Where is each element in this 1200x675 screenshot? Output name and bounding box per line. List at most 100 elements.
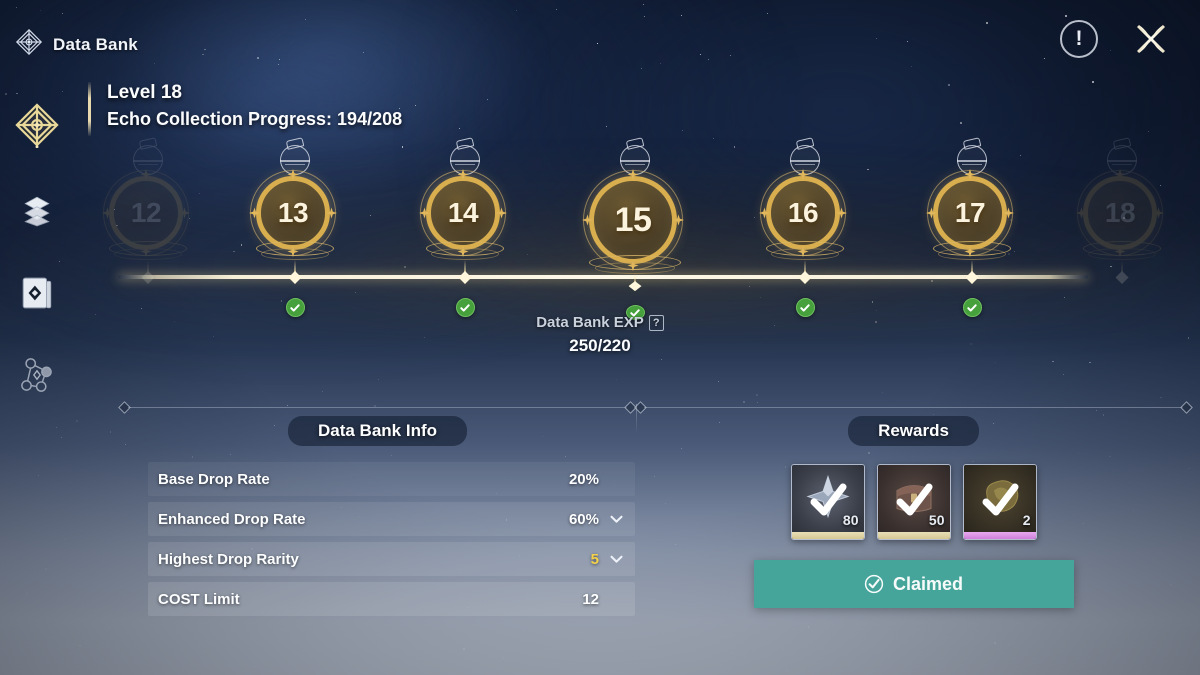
track-node-marker — [1115, 271, 1129, 284]
info-row[interactable]: Highest Drop Rarity 5 — [120, 542, 635, 576]
panel-separator — [636, 404, 637, 434]
info-row-label: Highest Drop Rarity — [158, 550, 299, 568]
info-row: Base Drop Rate 20% — [120, 462, 635, 496]
level-number: 13 — [277, 197, 309, 228]
level-medal: 14 — [419, 169, 507, 257]
alert-button[interactable]: ! — [1060, 20, 1098, 58]
level-node-12[interactable]: 12 — [88, 137, 208, 320]
node-figure: 18 — [1076, 137, 1164, 260]
page-title: Data Bank — [53, 34, 138, 54]
sidebar-item-echo-stack[interactable] — [10, 184, 64, 238]
claim-button-label: Claimed — [892, 573, 964, 594]
top-bar: Data Bank ! — [0, 0, 1200, 86]
track-node-marker — [288, 271, 302, 284]
level-number: 17 — [954, 197, 986, 228]
level-track: 12 13 14 15 16 17 18 — [0, 137, 1200, 320]
info-row-label: Enhanced Drop Rate — [158, 510, 306, 528]
data-bank-emblem-icon — [14, 27, 44, 62]
info-row: COST Limit 12 — [120, 582, 635, 616]
level-number: 16 — [787, 197, 819, 228]
left-sidebar — [0, 88, 74, 448]
exclamation-icon: ! — [1075, 27, 1083, 50]
node-figure: 16 — [759, 137, 847, 260]
level-header: Level 18 Echo Collection Progress: 194/2… — [88, 80, 403, 136]
info-row-value: 12 — [582, 590, 599, 608]
node-figure: 17 — [926, 137, 1014, 260]
medal-platter — [426, 241, 504, 260]
reward-item-quantity: 2 — [1022, 512, 1031, 528]
check-icon — [967, 303, 977, 312]
node-figure: 12 — [102, 137, 190, 260]
level-node-15[interactable]: 15 — [575, 137, 695, 320]
level-medal: 16 — [759, 169, 847, 257]
reward-item[interactable]: 80 — [790, 464, 865, 540]
track-node-marker — [458, 271, 472, 284]
level-accent-bar — [88, 82, 91, 136]
data-bank-emblem-icon — [15, 103, 59, 148]
reward-rarity-bar — [963, 532, 1036, 539]
track-node-marker — [628, 281, 642, 292]
node-figure: 13 — [249, 137, 337, 260]
reward-item[interactable]: 50 — [876, 464, 951, 540]
reward-rarity-bar — [791, 532, 864, 539]
level-node-17[interactable]: 17 — [912, 137, 1032, 320]
top-bar-actions: ! — [1060, 18, 1172, 60]
node-figure: 14 — [419, 137, 507, 260]
data-bank-screen: Data Bank ! Level 18 Echo Collection Pro… — [0, 0, 1200, 675]
question-mark-icon[interactable]: ? — [648, 314, 664, 331]
medal-platter — [766, 241, 844, 260]
info-row-value: 20% — [568, 470, 599, 488]
level-medal: 12 — [102, 169, 190, 257]
rewards-panel-title: Rewards — [848, 416, 979, 446]
level-node-14[interactable]: 14 — [405, 137, 525, 320]
info-row[interactable]: Enhanced Drop Rate 60% — [120, 502, 635, 536]
level-number: 14 — [447, 197, 479, 228]
echo-stack-icon — [24, 196, 50, 227]
info-row-label: Base Drop Rate — [158, 470, 270, 488]
level-medal: 13 — [249, 169, 337, 257]
data-bank-info-panel: Data Bank Info Base Drop Rate 20% Enhanc… — [118, 400, 637, 622]
medal-platter — [933, 241, 1011, 260]
claim-button[interactable]: Claimed — [753, 560, 1074, 608]
reward-claimed-check-icon — [982, 483, 1018, 516]
close-button[interactable] — [1130, 18, 1172, 60]
node-figure: 15 — [582, 137, 684, 274]
sidebar-item-data-bank[interactable] — [10, 98, 64, 152]
level-number: 12 — [130, 197, 162, 228]
rewards-panel: Rewards 80 50 2 Claimed — [634, 400, 1193, 608]
reward-rarity-bar — [877, 532, 950, 539]
reward-item-quantity: 50 — [928, 512, 945, 528]
check-icon — [460, 303, 470, 312]
check-icon — [800, 303, 810, 312]
level-medal: 15 — [582, 169, 684, 271]
diamond-marker-right — [1180, 401, 1193, 414]
level-medal: 17 — [926, 169, 1014, 257]
exp-label-row: Data Bank EXP ? — [536, 314, 664, 331]
info-panel-title: Data Bank Info — [287, 416, 468, 446]
reward-item-list: 80 50 2 — [636, 464, 1191, 540]
level-node-16[interactable]: 16 — [745, 137, 865, 320]
level-node-18[interactable]: 18 — [1062, 137, 1182, 320]
node-network-icon — [21, 358, 52, 392]
sidebar-item-echo-card[interactable] — [10, 266, 64, 320]
exp-value: 250/220 — [569, 336, 631, 355]
reward-item[interactable]: 2 — [962, 464, 1037, 540]
medal-platter — [256, 241, 334, 260]
close-star-icon — [1137, 25, 1165, 53]
echo-card-icon — [22, 277, 52, 309]
level-node-13[interactable]: 13 — [235, 137, 355, 320]
track-node-marker — [965, 271, 979, 284]
chevron-down-icon[interactable] — [609, 555, 623, 564]
data-bank-exp-block: Data Bank EXP ? 250/220 — [0, 314, 1200, 356]
medal-platter — [589, 255, 681, 274]
medal-platter — [109, 241, 187, 260]
exp-label: Data Bank EXP — [536, 314, 644, 331]
level-number: 18 — [1104, 197, 1136, 228]
track-node-marker — [798, 271, 812, 284]
echo-collection-progress: Echo Collection Progress: 194/208 — [107, 109, 403, 129]
chevron-down-icon[interactable] — [609, 515, 623, 524]
info-row-value: 60% — [568, 510, 599, 528]
level-medal: 18 — [1076, 169, 1164, 257]
sidebar-item-node-network[interactable] — [10, 348, 64, 402]
medal-platter — [1083, 241, 1161, 260]
